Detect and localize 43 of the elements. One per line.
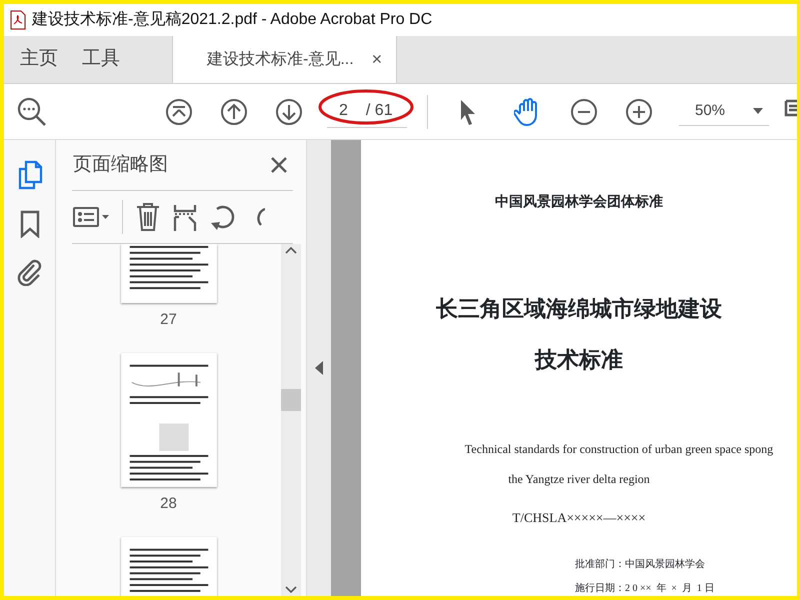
scrollbar-thumb[interactable]: [281, 389, 301, 411]
collapse-arrow-icon: [315, 361, 323, 375]
page-number: 28: [160, 494, 177, 514]
tab[interactable]: 主页: [8, 36, 70, 83]
english-title: Technical standards for construction of urban green space spong: [464, 441, 774, 458]
collapse-panel-handle[interactable]: [306, 140, 331, 596]
zoom-out-icon[interactable]: [570, 98, 598, 126]
document-heading: 中国风景园林学会团体标准: [495, 193, 663, 212]
search-icon[interactable]: [17, 96, 47, 126]
page-thumbnail[interactable]: [120, 537, 216, 596]
window-title: 建设技术标准-意见稿2021.2.pdf - Adobe Acrobat Pro DC: [32, 10, 432, 30]
pointer-icon[interactable]: [458, 98, 478, 126]
page-number: 27: [160, 310, 177, 330]
insert-page-icon[interactable]: [173, 203, 197, 231]
close-icon[interactable]: [270, 156, 288, 174]
standard-code: T/CHSLA×××××—××××: [512, 509, 646, 527]
page-number-field[interactable]: 2: [339, 99, 348, 123]
bookmark-icon[interactable]: [20, 210, 40, 238]
tab-close-button[interactable]: ×: [372, 46, 382, 73]
document-meta: 批准部门：中国风景园林学会: [575, 558, 705, 572]
paperclip-icon[interactable]: [16, 258, 42, 286]
scrollbar[interactable]: [281, 244, 301, 596]
scroll-down-icon[interactable]: [285, 586, 297, 594]
rotate-left-icon[interactable]: [209, 203, 237, 231]
document-title: 长三角区域海绵城市绿地建设: [436, 296, 722, 324]
first-page-icon[interactable]: [165, 98, 193, 126]
scroll-up-icon[interactable]: [285, 246, 297, 254]
panel-title: 页面缩略图: [73, 152, 168, 177]
pdf-file-icon: [10, 10, 26, 30]
zoom-dropdown[interactable]: 50%: [679, 96, 769, 126]
page-thumbnail[interactable]: [120, 353, 216, 487]
zoom-in-icon[interactable]: [625, 98, 653, 126]
caret-icon: [753, 108, 763, 114]
tab[interactable]: 建设技术标准-意见... ×: [172, 36, 398, 83]
document-title: 技术标准: [535, 347, 623, 375]
page-total: / 61: [366, 101, 393, 121]
pages-icon[interactable]: [16, 160, 42, 190]
trash-icon[interactable]: [135, 202, 161, 232]
thumbnail-options-icon[interactable]: [72, 205, 110, 229]
english-title: the Yangtze river delta region: [508, 471, 650, 488]
page-thumbnail[interactable]: [120, 244, 216, 303]
document-meta: 施行日期：2 0 ×× 年 × 月 1 日: [575, 582, 714, 596]
tab[interactable]: 工具: [70, 36, 132, 83]
